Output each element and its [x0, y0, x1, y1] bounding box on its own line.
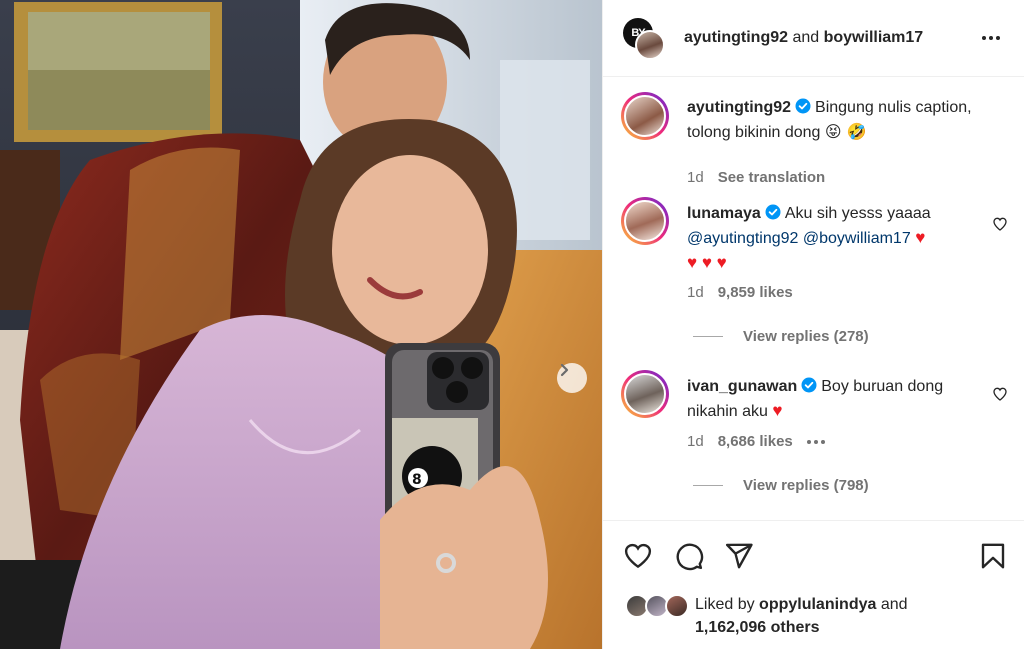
share-icon[interactable]: [724, 541, 754, 571]
svg-text:8: 8: [412, 472, 422, 488]
likes-prefix: Liked by: [695, 596, 755, 613]
red-heart-emoji: ♥: [915, 228, 926, 247]
comment-item: lunamaya Aku sih yesss yaaaa @ayutingting…: [603, 197, 1024, 387]
liker-avatars[interactable]: [625, 594, 689, 618]
view-replies-label: View replies (798): [743, 477, 869, 494]
heart-icon[interactable]: [992, 386, 1008, 402]
comment-likes[interactable]: 8,686 likes: [718, 433, 793, 450]
next-photo-button[interactable]: [557, 363, 587, 393]
avatar[interactable]: [621, 370, 669, 418]
comment-username[interactable]: ayutingting92: [687, 99, 791, 116]
comment-username[interactable]: ivan_gunawan: [687, 378, 797, 395]
photo-illustration: 8: [0, 0, 602, 649]
comment-likes[interactable]: 9,859 likes: [718, 284, 793, 301]
post-authors: ayutingting92 and boywilliam17: [684, 29, 923, 47]
comment-username[interactable]: lunamaya: [687, 205, 761, 222]
caption-text: ayutingting92 Bingung nulis caption, tolo…: [687, 96, 977, 145]
comments-list[interactable]: ayutingting92 Bingung nulis caption, tolo…: [603, 77, 1024, 520]
caption-meta: 1d See translation: [687, 169, 839, 186]
verified-icon: [765, 204, 781, 220]
chevron-right-icon: [560, 363, 569, 377]
liker-username[interactable]: oppylulanindya: [759, 596, 876, 613]
post-photo[interactable]: 8: [0, 0, 602, 649]
avatar[interactable]: [621, 197, 669, 245]
comment-meta: 1d 9,859 likes: [687, 284, 807, 301]
heart-icon[interactable]: [992, 216, 1008, 232]
view-replies-button[interactable]: View replies (798): [693, 477, 869, 494]
comment-item: ivan_gunawan Boy buruan dong nikahin aku …: [603, 370, 1024, 510]
post-actions: [603, 520, 1024, 584]
author-joiner: and: [788, 29, 824, 46]
likes-summary: Liked by oppylulanindya and 1,162,096 ot…: [603, 588, 1024, 648]
comment-time[interactable]: 1d: [687, 433, 704, 450]
bookmark-icon[interactable]: [978, 541, 1008, 571]
mention-link[interactable]: @ayutingting92: [687, 230, 798, 247]
comment-time[interactable]: 1d: [687, 284, 704, 301]
verified-icon: [795, 98, 811, 114]
post-side-panel: BY ayutingting92 and boywilliam17 ayutin…: [602, 0, 1024, 649]
comment-meta: 1d 8,686 likes: [687, 433, 825, 450]
comment-emoji: 😝 🤣: [824, 122, 867, 141]
comment-text: ivan_gunawan Boy buruan dong nikahin aku …: [687, 375, 977, 424]
author-link-1[interactable]: ayutingting92: [684, 29, 788, 46]
caption-item: ayutingting92 Bingung nulis caption, tolo…: [603, 92, 1024, 186]
view-replies-button[interactable]: View replies (278): [693, 328, 869, 345]
heart-icon[interactable]: [623, 541, 653, 571]
collab-avatars[interactable]: BY: [623, 18, 667, 62]
verified-icon: [801, 377, 817, 393]
comment-text: lunamaya Aku sih yesss yaaaa @ayutingting…: [687, 202, 977, 276]
comment-body: Aku sih yesss yaaaa: [784, 205, 931, 222]
avatar[interactable]: [621, 92, 669, 140]
likes-text: Liked by oppylulanindya and 1,162,096 ot…: [695, 593, 908, 639]
author-link-2[interactable]: boywilliam17: [824, 29, 924, 46]
likes-suffix: and: [880, 596, 908, 613]
mention-link[interactable]: @boywilliam17: [803, 230, 911, 247]
view-replies-label: View replies (278): [743, 328, 869, 345]
post-header: BY ayutingting92 and boywilliam17: [603, 0, 1024, 77]
see-translation-link[interactable]: See translation: [718, 169, 826, 186]
red-heart-emoji: ♥ ♥ ♥: [687, 253, 727, 272]
more-options-icon[interactable]: [977, 28, 1005, 48]
comment-options-icon[interactable]: [806, 440, 825, 445]
red-heart-emoji: ♥: [772, 401, 783, 420]
likes-count[interactable]: 1,162,096 others: [695, 619, 820, 636]
avatar-ayutingting92[interactable]: [635, 30, 665, 60]
comment-icon[interactable]: [674, 541, 704, 571]
comment-time[interactable]: 1d: [687, 169, 704, 186]
